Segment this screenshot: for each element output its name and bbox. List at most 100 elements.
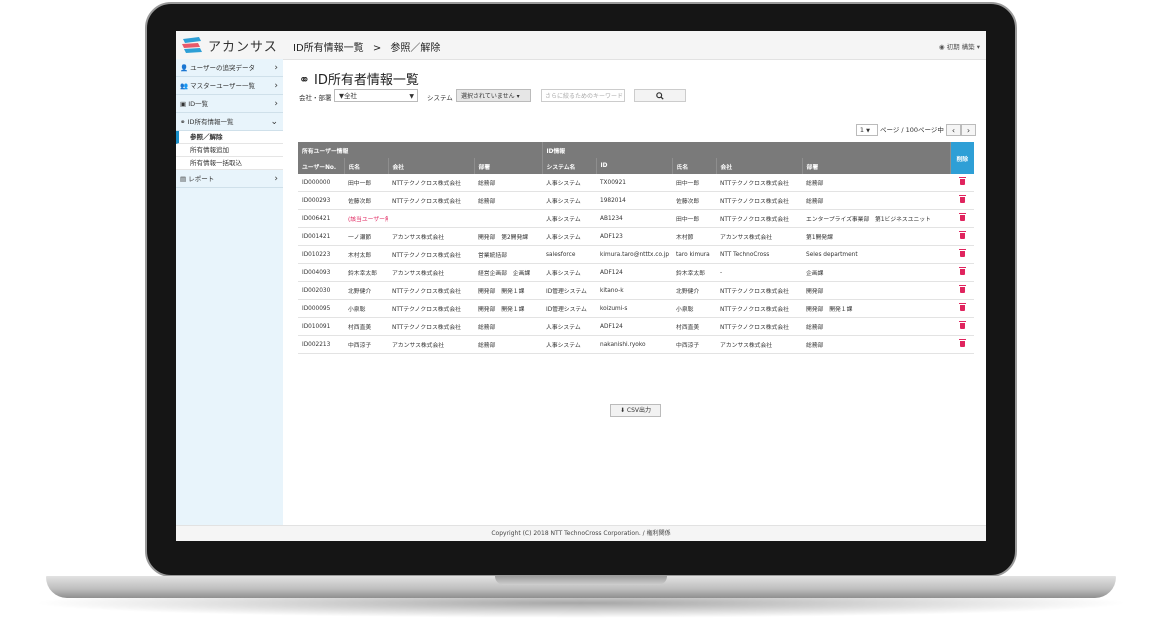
- column-header[interactable]: システム名: [542, 158, 597, 174]
- trash-icon[interactable]: [958, 284, 966, 293]
- table-row[interactable]: ID002030 北野健介 NTTテクノクロス株式会社 開発部 開発１課 ID管理システ…: [298, 281, 975, 300]
- table-cell: 総務部: [802, 317, 951, 336]
- table-cell: 小泉聡: [672, 299, 717, 318]
- table-cell: NTTテクノクロス株式会社: [388, 281, 474, 300]
- table-cell: 村西直美: [344, 317, 388, 336]
- sidebar-subitem-view[interactable]: 参照／解除: [176, 131, 283, 144]
- trash-icon[interactable]: [958, 248, 966, 257]
- trash-icon[interactable]: [958, 338, 966, 347]
- table-cell: [474, 209, 543, 228]
- delete-cell: [950, 227, 975, 246]
- table-cell: NTTテクノクロス株式会社: [388, 174, 474, 192]
- sidebar-item-id-owner[interactable]: ⚭ ID所有情報一覧 ⌄: [176, 113, 283, 131]
- column-header-row: ユーザーNo. 氏名 会社 部署 システム名 ID 氏名 会社 部署: [298, 158, 974, 174]
- trash-icon[interactable]: [958, 176, 966, 185]
- link-icon: ⚭: [180, 118, 186, 126]
- footer: Copyright (C) 2018 NTT TechnoCross Corpo…: [176, 525, 986, 541]
- table-cell: アカンサス株式会社: [716, 335, 803, 354]
- table-row[interactable]: ID004093 鈴木幸太郎 アカンサス株式会社 経営企画部 企画課 人事システム ADF…: [298, 263, 975, 282]
- table-cell: 総務部: [474, 335, 543, 354]
- table-cell: ID管理システム: [542, 299, 597, 318]
- trash-icon[interactable]: [958, 320, 966, 329]
- delete-cell: [950, 245, 975, 264]
- trash-icon[interactable]: [958, 302, 966, 311]
- company-select[interactable]: ▼全社 ▼: [334, 89, 418, 102]
- chevron-right-icon: ›: [274, 63, 278, 73]
- table-cell: 鈴木幸太郎: [344, 263, 388, 282]
- table-cell: 佐藤次郎: [672, 191, 717, 210]
- table-cell: -: [716, 263, 803, 282]
- csv-export-button[interactable]: ⬇ CSV出力: [610, 404, 661, 417]
- app-logo[interactable]: アカンサス: [176, 31, 283, 59]
- column-header[interactable]: 氏名: [344, 158, 389, 174]
- table-row[interactable]: ID001421 一ノ瀬節 アカンサス株式会社 開発部 第2開発課 人事システム ADF1…: [298, 227, 975, 246]
- table-row[interactable]: ID006421(該当ユーザー無し) 人事システムAB1234田中一郎NTTテクノ…: [298, 209, 975, 228]
- table-cell: kimura.taro@ntttx.co.jp: [596, 245, 673, 264]
- table-row[interactable]: ID000000 田中一郎 NTTテクノクロス株式会社 総務部 人事システム TX0092…: [298, 174, 975, 192]
- page-count-text: ページ / 100ページ中: [879, 126, 944, 134]
- table-cell: 小泉聡: [344, 299, 388, 318]
- table-cell: ID管理システム: [542, 281, 597, 300]
- column-header[interactable]: ユーザーNo.: [298, 158, 345, 174]
- table-cell: NTTテクノクロス株式会社: [716, 191, 803, 210]
- table-cell: 開発部 開発１課: [474, 281, 543, 300]
- delete-column-header: 削除: [950, 142, 975, 174]
- delete-cell: [950, 191, 975, 210]
- table-cell: 中西涼子: [344, 335, 388, 354]
- delete-cell: [950, 281, 975, 300]
- search-button[interactable]: [634, 89, 686, 102]
- table-cell: AB1234: [596, 209, 673, 228]
- system-filter-label: システム: [427, 94, 453, 102]
- user-menu[interactable]: ◉ 初期 構築 ▾: [939, 41, 980, 51]
- system-select-button[interactable]: 選択されていません ▾: [456, 89, 531, 102]
- table-row[interactable]: ID002213 中西涼子 アカンサス株式会社 総務部 人事システム nakanishi.…: [298, 335, 975, 354]
- delete-cell: [950, 317, 975, 336]
- delete-cell: [950, 263, 975, 282]
- next-page-button[interactable]: ›: [961, 124, 976, 136]
- column-header[interactable]: ID: [596, 158, 673, 174]
- sidebar-item-master-users[interactable]: 👥 マスターユーザー一覧 ›: [176, 77, 283, 95]
- table-row[interactable]: ID010223 木村太郎 NTTテクノクロス株式会社 営業統括部 salesforce…: [298, 245, 975, 264]
- breadcrumb: ID所有情報一覧 > 参照／解除: [293, 39, 446, 54]
- app-screen: アカンサス ID所有情報一覧 > 参照／解除 ◉ 初期 構築 ▾ 👤 ユーザーの…: [176, 31, 986, 541]
- column-header[interactable]: 氏名: [672, 158, 717, 174]
- page-title-text: ID所有者情報一覧: [314, 73, 419, 88]
- sidebar-item-id-list[interactable]: ▣ ID一覧 ›: [176, 95, 283, 113]
- column-header[interactable]: 部署: [802, 158, 951, 174]
- trash-icon[interactable]: [958, 266, 966, 275]
- sidebar-subitem-add[interactable]: 所有情報追加: [176, 144, 283, 157]
- delete-cell: [950, 335, 975, 354]
- prev-page-button[interactable]: ‹: [946, 124, 961, 136]
- keyword-input[interactable]: さらに絞るためのキーワード: [541, 89, 625, 102]
- sidebar-subitem-import[interactable]: 所有情報一括取込: [176, 157, 283, 170]
- table-cell: 総務部: [474, 174, 543, 192]
- table-cell: NTTテクノクロス株式会社: [716, 317, 803, 336]
- trash-icon[interactable]: [958, 194, 966, 203]
- table-cell: 経営企画部 企画課: [474, 263, 543, 282]
- table-cell: [388, 209, 474, 228]
- table-cell: 総務部: [474, 191, 543, 210]
- trash-icon[interactable]: [958, 212, 966, 221]
- table-row[interactable]: ID010091 村西直美 NTTテクノクロス株式会社 総務部 人事システム ADF124…: [298, 317, 975, 336]
- table-cell: 人事システム: [542, 209, 597, 228]
- group-header-id: ID情報: [542, 142, 951, 158]
- column-header[interactable]: 部署: [474, 158, 543, 174]
- page-select[interactable]: 1 ▼: [855, 124, 878, 136]
- column-header[interactable]: 会社: [388, 158, 475, 174]
- table-cell: 人事システム: [542, 174, 597, 192]
- sidebar-item-user-data[interactable]: 👤 ユーザーの追突データ ›: [176, 59, 283, 77]
- sidebar-item-report[interactable]: ▤ レポート ›: [176, 170, 283, 188]
- trash-icon[interactable]: [958, 230, 966, 239]
- table-row[interactable]: ID000095 小泉聡 NTTテクノクロス株式会社 開発部 開発１課 ID管理システム…: [298, 299, 975, 318]
- column-header[interactable]: 会社: [716, 158, 803, 174]
- table-cell: ADF124: [596, 263, 673, 282]
- table-cell: koizumi-s: [596, 299, 673, 318]
- table-cell: ADF123: [596, 227, 673, 246]
- breadcrumb-item-list[interactable]: ID所有情報一覧: [293, 43, 364, 54]
- table-row[interactable]: ID000293 佐藤次郎 NTTテクノクロス株式会社 総務部 人事システム 198201…: [298, 191, 975, 210]
- table-cell: 田中一郎: [344, 174, 388, 192]
- table-cell: 開発部 開発１課: [802, 299, 951, 318]
- table-cell: (該当ユーザー無し): [344, 209, 388, 228]
- table-cell: 田中一郎: [672, 209, 717, 228]
- sidebar-item-label: レポート: [188, 175, 215, 183]
